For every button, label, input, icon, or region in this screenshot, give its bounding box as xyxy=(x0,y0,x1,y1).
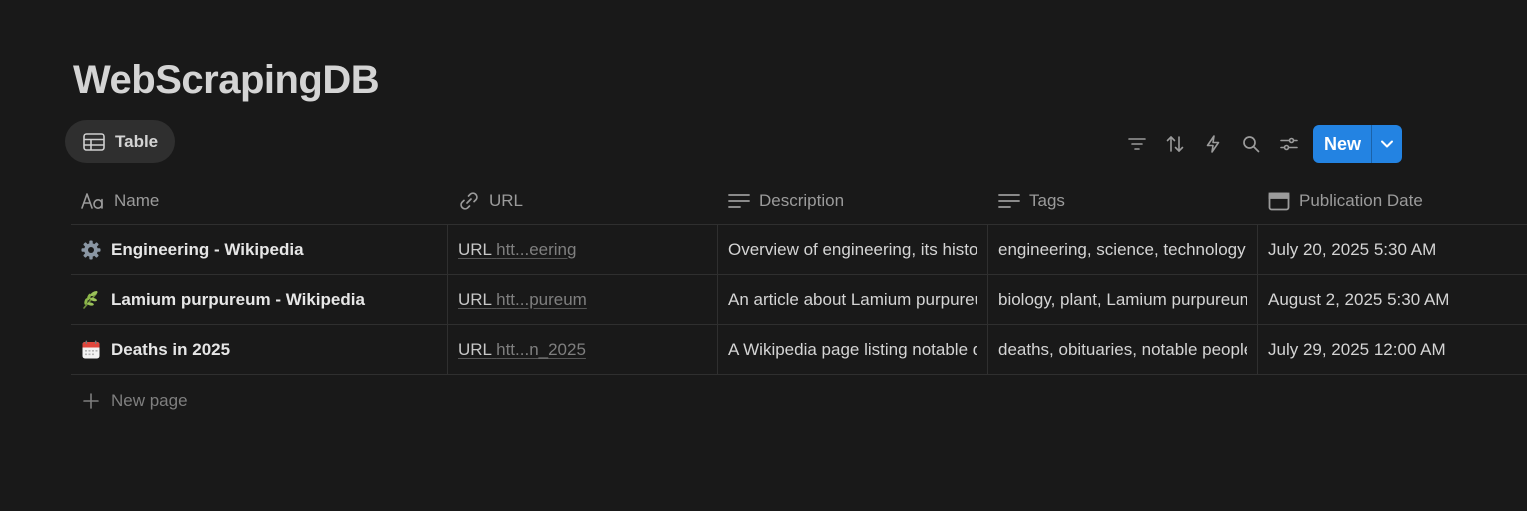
column-label: Tags xyxy=(1029,190,1065,210)
gear-icon xyxy=(81,240,101,260)
column-header-url[interactable]: URL xyxy=(448,177,718,224)
new-button[interactable]: New xyxy=(1313,125,1371,163)
column-label: Name xyxy=(114,190,160,210)
column-label: URL xyxy=(489,190,524,210)
description-cell[interactable]: A Wikipedia page listing notable deaths … xyxy=(718,325,988,374)
text-icon xyxy=(998,192,1020,210)
calendar-icon xyxy=(1268,191,1290,211)
description-text: Overview of engineering, its history, br… xyxy=(728,239,977,259)
tags-cell[interactable]: biology, plant, Lamium purpureum xyxy=(988,275,1258,324)
column-header-publication-date[interactable]: Publication Date xyxy=(1258,177,1527,224)
tags-text: deaths, obituaries, notable people xyxy=(998,339,1247,359)
plus-icon xyxy=(83,393,99,409)
tags-text: engineering, science, technology xyxy=(998,239,1246,259)
settings-icon[interactable] xyxy=(1272,127,1306,161)
url-cell[interactable]: URL htt...pureum xyxy=(448,275,718,324)
tab-label: Table xyxy=(115,131,159,151)
description-text: A Wikipedia page listing notable deaths … xyxy=(728,339,977,359)
url-prefix: URL xyxy=(458,239,492,259)
column-header-tags[interactable]: Tags xyxy=(988,177,1258,224)
tags-text: biology, plant, Lamium purpureum xyxy=(998,289,1247,309)
url-link[interactable]: URL htt...eering xyxy=(458,240,576,260)
table-row[interactable]: Lamium purpureum - Wikipedia URL htt...p… xyxy=(71,275,1527,325)
description-cell[interactable]: An article about Lamium purpureum, the r… xyxy=(718,275,988,324)
link-icon xyxy=(458,190,480,212)
tab-table-view[interactable]: Table xyxy=(65,120,176,163)
automation-icon[interactable] xyxy=(1196,127,1230,161)
table-icon xyxy=(83,132,105,151)
description-text: An article about Lamium purpureum, the r… xyxy=(728,289,977,309)
column-label: Publication Date xyxy=(1299,190,1423,210)
filter-icon[interactable] xyxy=(1120,127,1154,161)
new-button-group: New xyxy=(1313,125,1403,163)
database-toolbar: New xyxy=(1120,125,1403,163)
column-header-name[interactable]: Name xyxy=(71,177,448,224)
chevron-down-icon xyxy=(1380,139,1394,149)
url-link[interactable]: URL htt...pureum xyxy=(458,290,587,310)
date-text: July 29, 2025 12:00 AM xyxy=(1268,339,1446,359)
new-dropdown-button[interactable] xyxy=(1371,125,1402,163)
date-text: August 2, 2025 5:30 AM xyxy=(1268,289,1450,309)
url-display: htt...pureum xyxy=(496,289,587,309)
date-cell[interactable]: July 20, 2025 5:30 AM xyxy=(1258,225,1527,274)
url-display: htt...n_2025 xyxy=(496,339,586,359)
page-name: Engineering - Wikipedia xyxy=(111,239,304,259)
text-icon xyxy=(728,192,750,210)
table-header-row: Name URL Description Tags Publication Da… xyxy=(71,177,1527,225)
column-label: Description xyxy=(759,190,845,210)
url-prefix: URL xyxy=(458,339,492,359)
description-cell[interactable]: Overview of engineering, its history, br… xyxy=(718,225,988,274)
date-cell[interactable]: August 2, 2025 5:30 AM xyxy=(1258,275,1527,324)
new-page-button[interactable]: New page xyxy=(71,375,1527,427)
url-cell[interactable]: URL htt...n_2025 xyxy=(448,325,718,374)
page-name: Deaths in 2025 xyxy=(111,339,231,359)
name-cell[interactable]: Lamium purpureum - Wikipedia xyxy=(71,275,448,324)
title-icon xyxy=(81,192,105,209)
tags-cell[interactable]: engineering, science, technology xyxy=(988,225,1258,274)
table-row[interactable]: Engineering - Wikipedia URL htt...eering… xyxy=(71,225,1527,275)
url-link[interactable]: URL htt...n_2025 xyxy=(458,340,586,360)
url-prefix: URL xyxy=(458,289,492,309)
url-display: htt...eering xyxy=(496,239,577,259)
search-icon[interactable] xyxy=(1234,127,1268,161)
page-title: WebScrapingDB xyxy=(73,58,380,102)
sort-icon[interactable] xyxy=(1158,127,1192,161)
new-page-label: New page xyxy=(111,391,188,410)
tags-cell[interactable]: deaths, obituaries, notable people xyxy=(988,325,1258,374)
url-cell[interactable]: URL htt...eering xyxy=(448,225,718,274)
name-cell[interactable]: Engineering - Wikipedia xyxy=(71,225,448,274)
calendar-icon xyxy=(81,340,101,360)
column-header-description[interactable]: Description xyxy=(718,177,988,224)
date-text: July 20, 2025 5:30 AM xyxy=(1268,239,1437,259)
page-name: Lamium purpureum - Wikipedia xyxy=(111,289,365,309)
name-cell[interactable]: Deaths in 2025 xyxy=(71,325,448,374)
date-cell[interactable]: July 29, 2025 12:00 AM xyxy=(1258,325,1527,374)
herb-icon xyxy=(81,290,101,310)
database-table: Name URL Description Tags Publication Da… xyxy=(71,177,1527,427)
table-row[interactable]: Deaths in 2025 URL htt...n_2025 A Wikipe… xyxy=(71,325,1527,375)
